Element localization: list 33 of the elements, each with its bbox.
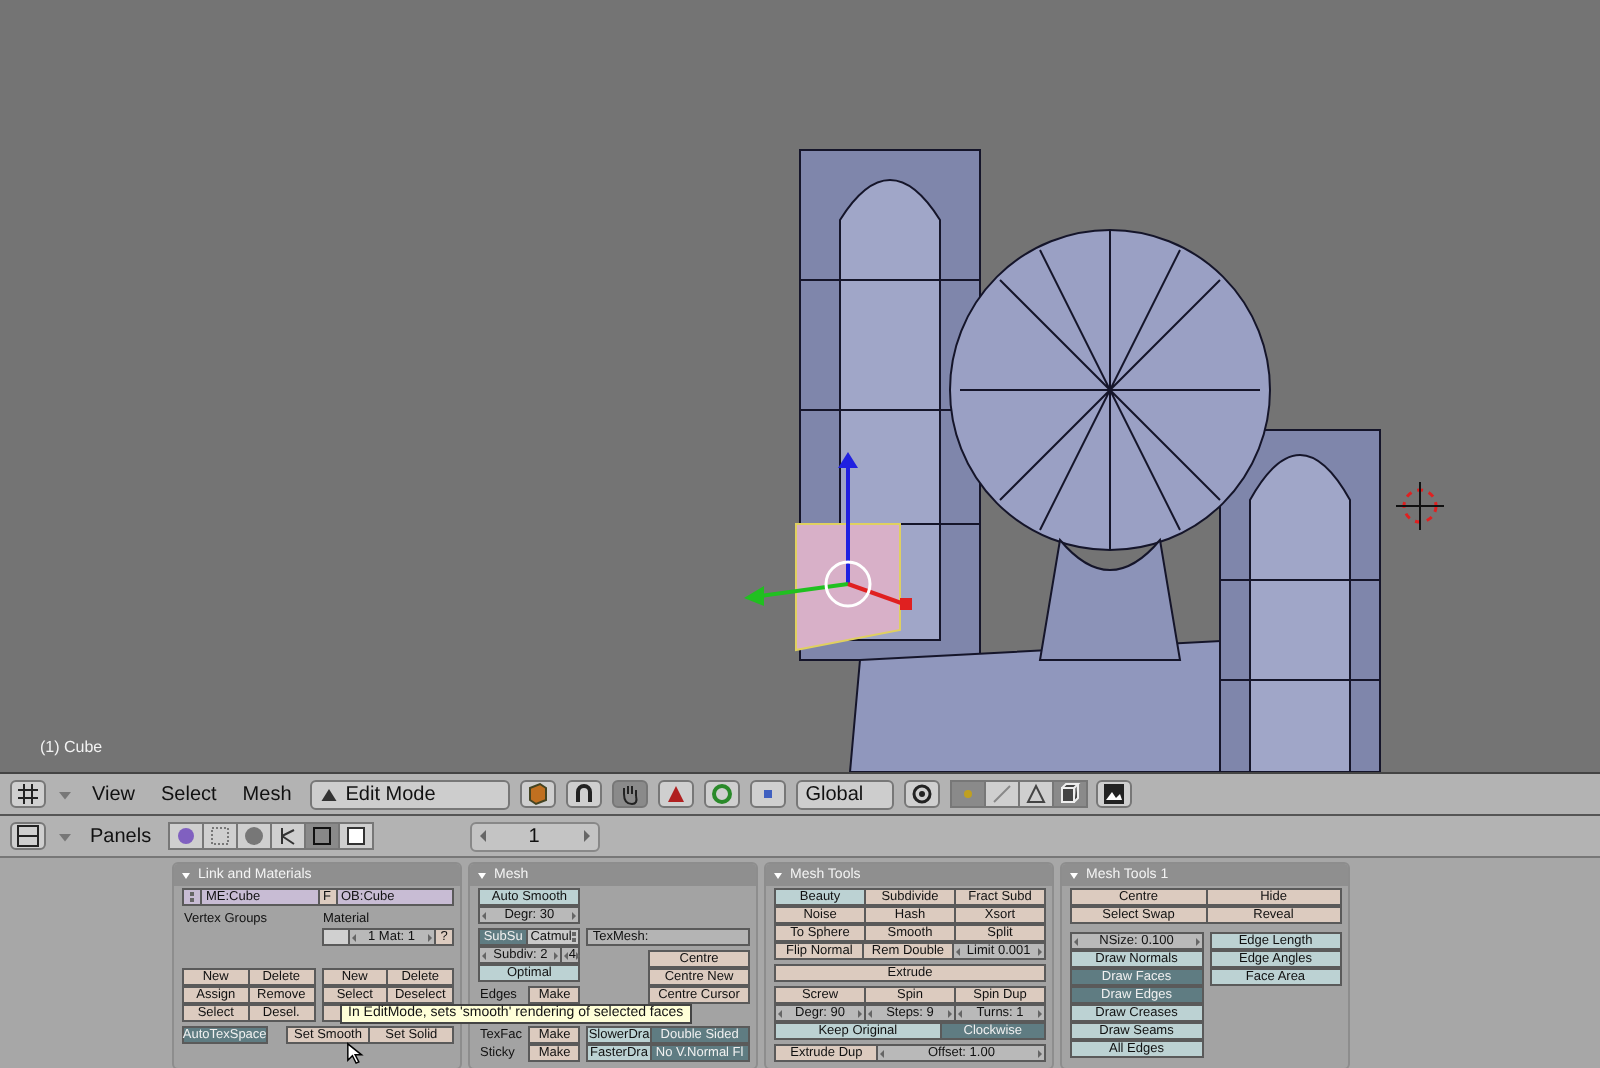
collapse-icon[interactable] bbox=[180, 869, 192, 881]
ring-icon[interactable] bbox=[703, 780, 740, 808]
collapse-icon[interactable] bbox=[772, 869, 784, 881]
triangle-icon[interactable] bbox=[319, 785, 338, 803]
collapse-icon[interactable] bbox=[476, 869, 488, 881]
mode-dropdown[interactable]: Edit Mode bbox=[309, 779, 510, 809]
menu-item[interactable]: Select bbox=[153, 783, 225, 805]
target-icon[interactable] bbox=[903, 780, 940, 808]
menu-item[interactable]: View bbox=[84, 783, 143, 805]
3d-cursor-icon bbox=[1395, 481, 1445, 531]
context-tab-icon[interactable] bbox=[303, 822, 340, 850]
menu-item[interactable]: Mesh bbox=[234, 783, 300, 805]
collapse-icon[interactable] bbox=[1068, 869, 1080, 881]
browse-button[interactable] bbox=[182, 888, 202, 906]
panels-label: Panels bbox=[88, 825, 154, 847]
mouse-pointer-icon[interactable] bbox=[346, 1040, 368, 1066]
orientation-dropdown[interactable]: Global bbox=[795, 779, 894, 809]
object-label: (1) Cube bbox=[40, 738, 103, 758]
select-mode-icon[interactable] bbox=[983, 780, 1020, 808]
image-icon[interactable] bbox=[1095, 780, 1132, 808]
context-tab-icon[interactable] bbox=[337, 822, 374, 850]
hand-icon[interactable] bbox=[611, 780, 648, 808]
cube-icon[interactable] bbox=[519, 780, 556, 808]
material-swatch[interactable] bbox=[321, 928, 349, 946]
cube-icon[interactable] bbox=[1051, 780, 1088, 808]
magnet-icon[interactable] bbox=[565, 780, 602, 808]
square-icon[interactable] bbox=[749, 780, 786, 808]
frame-field[interactable]: 1 bbox=[469, 821, 600, 851]
context-tab-icon[interactable] bbox=[269, 822, 306, 850]
window-icon[interactable] bbox=[10, 822, 46, 850]
select-mode-icon[interactable] bbox=[1017, 780, 1054, 808]
grid-icon[interactable] bbox=[10, 780, 46, 808]
transform-widget-icon[interactable] bbox=[744, 452, 912, 610]
